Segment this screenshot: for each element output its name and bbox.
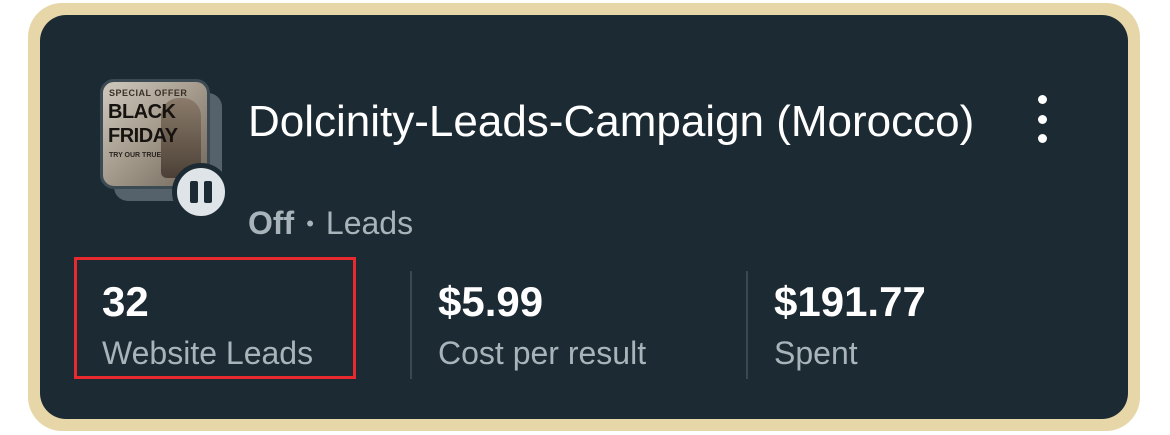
metric-cost-per-result[interactable]: $5.99 Cost per result (438, 277, 646, 373)
creative-text-line1: SPECIAL OFFER (109, 88, 188, 98)
campaign-card[interactable]: SPECIAL OFFER BLACK FRIDAY TRY OUR TRUE … (40, 15, 1128, 419)
card-frame: SPECIAL OFFER BLACK FRIDAY TRY OUR TRUE … (28, 3, 1140, 431)
objective-label: Leads (325, 205, 414, 241)
creative-text-line3: FRIDAY (108, 125, 178, 147)
campaign-title[interactable]: Dolcinity-Leads-Campaign (Morocco) (248, 91, 988, 153)
campaign-thumbnail[interactable]: SPECIAL OFFER BLACK FRIDAY TRY OUR TRUE (100, 79, 230, 221)
pause-icon[interactable] (172, 163, 230, 221)
metric-value: $191.77 (774, 278, 926, 325)
highlight-box (74, 257, 356, 379)
creative-text-line4: TRY OUR TRUE (109, 152, 162, 159)
metric-value: $5.99 (438, 278, 544, 325)
creative-text-line2: BLACK (108, 101, 176, 123)
metric-label: Cost per result (438, 335, 647, 371)
more-vertical-icon[interactable] (1030, 95, 1054, 143)
metric-label: Spent (774, 335, 858, 371)
metric-spent[interactable]: $191.77 Spent (774, 277, 926, 373)
status-label: Off (248, 205, 295, 241)
campaign-subtitle: Off • Leads (248, 205, 413, 242)
separator-dot: • (306, 210, 314, 236)
metric-divider (746, 271, 748, 379)
metric-divider (410, 271, 412, 379)
